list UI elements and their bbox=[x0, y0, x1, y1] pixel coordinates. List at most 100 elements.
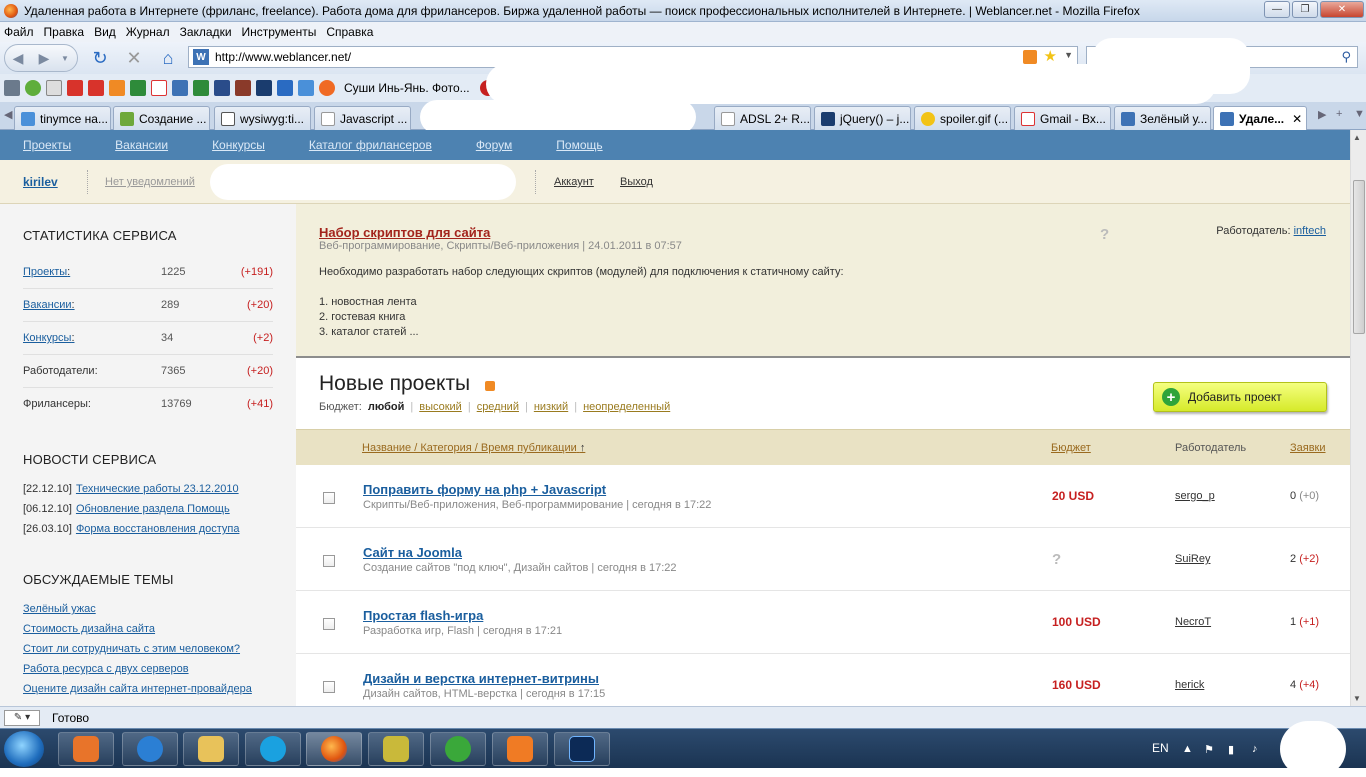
stat-label[interactable]: Конкурсы: bbox=[23, 332, 75, 344]
minimize-button[interactable]: — bbox=[1264, 1, 1290, 18]
filter-high[interactable]: высокий bbox=[419, 401, 462, 413]
taskbar-media-player[interactable] bbox=[58, 732, 114, 766]
bookmark-icon-11[interactable] bbox=[214, 80, 230, 96]
sushi-bookmark-icon[interactable] bbox=[319, 80, 335, 96]
home-icon[interactable]: ⌂ bbox=[156, 46, 180, 70]
maximize-button[interactable]: ❐ bbox=[1292, 1, 1318, 18]
history-dropdown-icon[interactable]: ▼ bbox=[57, 45, 73, 71]
bookmark-icon-15[interactable] bbox=[298, 80, 314, 96]
volume-icon[interactable]: ♪ bbox=[1252, 743, 1258, 755]
tab-8[interactable]: Gmail - Вх... bbox=[1014, 106, 1111, 130]
taskbar-explorer[interactable] bbox=[183, 732, 239, 766]
filter-low[interactable]: низкий bbox=[534, 401, 568, 413]
tab-4[interactable]: Javascript ... bbox=[314, 106, 411, 130]
bookmark-icon-12[interactable] bbox=[235, 80, 251, 96]
bookmark-icon-7[interactable] bbox=[130, 80, 146, 96]
filter-any[interactable]: любой bbox=[368, 401, 405, 413]
bookmark-icon-2[interactable] bbox=[25, 80, 41, 96]
scroll-up-icon[interactable]: ▲ bbox=[1353, 133, 1361, 142]
project-employer-link[interactable]: herick bbox=[1175, 679, 1204, 691]
gmail-icon[interactable] bbox=[151, 80, 167, 96]
topic-link[interactable]: Оцените дизайн сайта интернет-провайдера bbox=[23, 683, 252, 695]
menu-tools[interactable]: Инструменты bbox=[242, 25, 317, 39]
tab-3[interactable]: wysiwyg:ti... bbox=[214, 106, 311, 130]
project-title-link[interactable]: Простая flash-игра bbox=[363, 608, 483, 623]
filter-medium[interactable]: средний bbox=[477, 401, 519, 413]
account-link[interactable]: Аккаунт bbox=[554, 176, 594, 188]
username-link[interactable]: kirilev bbox=[23, 175, 58, 189]
stat-label[interactable]: Проекты: bbox=[23, 266, 70, 278]
menu-history[interactable]: Журнал bbox=[126, 25, 170, 39]
topic-link[interactable]: Стоимость дизайна сайта bbox=[23, 623, 155, 635]
nav-projects[interactable]: Проекты bbox=[23, 138, 71, 152]
status-tool-icon[interactable]: ✎ ▾ bbox=[4, 709, 40, 726]
bookmark-icon-5[interactable] bbox=[88, 80, 104, 96]
project-checkbox[interactable] bbox=[323, 492, 335, 504]
tab-7[interactable]: spoiler.gif (... bbox=[914, 106, 1011, 130]
tab-scroll-left-icon[interactable]: ◀ bbox=[4, 108, 12, 121]
url-dropdown-icon[interactable]: ▼ bbox=[1064, 50, 1073, 60]
news-link[interactable]: Форма восстановления доступа bbox=[76, 523, 240, 535]
tab-scroll-right-icon[interactable]: ▶ bbox=[1318, 108, 1326, 121]
tab-1[interactable]: tinymce на... bbox=[14, 106, 111, 130]
menu-view[interactable]: Вид bbox=[94, 25, 116, 39]
help-question-icon[interactable]: ? bbox=[1100, 226, 1109, 243]
topic-link[interactable]: Работа ресурса с двух серверов bbox=[23, 663, 189, 675]
bookmark-icon-6[interactable] bbox=[109, 80, 125, 96]
project-title-link[interactable]: Сайт на Joomla bbox=[363, 545, 462, 560]
taskbar-app-7[interactable] bbox=[430, 732, 486, 766]
taskbar-firefox[interactable] bbox=[306, 732, 362, 766]
tab-2[interactable]: Создание ... bbox=[113, 106, 210, 130]
rss-feed-icon[interactable] bbox=[1023, 50, 1037, 64]
project-employer-link[interactable]: sergo_p bbox=[1175, 490, 1215, 502]
bookmark-icon-3[interactable] bbox=[46, 80, 62, 96]
tab-5[interactable]: ADSL 2+ R... bbox=[714, 106, 811, 130]
menu-help[interactable]: Справка bbox=[326, 25, 373, 39]
bookmark-star-icon[interactable]: ★ bbox=[1044, 47, 1057, 65]
project-employer-link[interactable]: NecroT bbox=[1175, 616, 1211, 628]
tab-10-active[interactable]: Удале... ✕ bbox=[1213, 106, 1307, 131]
rss-icon[interactable] bbox=[485, 381, 495, 391]
add-project-button[interactable]: + Добавить проект bbox=[1153, 382, 1327, 412]
nav-help[interactable]: Помощь bbox=[556, 138, 602, 152]
news-link[interactable]: Обновление раздела Помощь bbox=[76, 503, 230, 515]
reload-icon[interactable]: ↻ bbox=[88, 46, 112, 70]
project-title-link[interactable]: Поправить форму на php + Javascript bbox=[363, 482, 606, 497]
stat-label[interactable]: Вакансии: bbox=[23, 299, 75, 311]
nav-freelancer-catalog[interactable]: Каталог фрилансеров bbox=[309, 138, 432, 152]
network-icon[interactable]: ▮ bbox=[1228, 743, 1234, 756]
news-link[interactable]: Технические работы 23.12.2010 bbox=[76, 483, 239, 495]
show-hidden-icons-icon[interactable]: ▲ bbox=[1182, 743, 1193, 755]
menu-bookmarks[interactable]: Закладки bbox=[180, 25, 232, 39]
featured-title-link[interactable]: Набор скриптов для сайта bbox=[319, 225, 490, 240]
back-arrow-icon[interactable]: ◀ bbox=[5, 45, 31, 71]
bookmark-icon-4[interactable] bbox=[67, 80, 83, 96]
topic-link[interactable]: Зелёный ужас bbox=[23, 603, 96, 615]
scrollbar-thumb[interactable] bbox=[1353, 180, 1365, 334]
tab-list-icon[interactable]: ▼ bbox=[1354, 108, 1365, 120]
bookmark-icon-9[interactable] bbox=[172, 80, 188, 96]
menu-edit[interactable]: Правка bbox=[44, 25, 85, 39]
search-icon[interactable]: ⚲ bbox=[1341, 49, 1351, 65]
taskbar-photoshop[interactable] bbox=[554, 732, 610, 766]
project-employer-link[interactable]: SuiRey bbox=[1175, 553, 1210, 565]
nav-contests[interactable]: Конкурсы bbox=[212, 138, 265, 152]
sort-by-bids[interactable]: Заявки bbox=[1290, 442, 1326, 454]
sort-by-title[interactable]: Название / Категория / Время публикации … bbox=[362, 442, 585, 454]
topic-link[interactable]: Стоит ли сотрудничать с этим человеком? bbox=[23, 643, 240, 655]
taskbar-app-6[interactable] bbox=[368, 732, 424, 766]
url-text[interactable]: http://www.weblancer.net/ bbox=[215, 50, 351, 64]
tab-9[interactable]: Зелёный у... bbox=[1114, 106, 1211, 130]
filter-undefined[interactable]: неопределенный bbox=[583, 401, 670, 413]
project-checkbox[interactable] bbox=[323, 555, 335, 567]
logout-link[interactable]: Выход bbox=[620, 176, 653, 188]
taskbar-xampp[interactable] bbox=[492, 732, 548, 766]
taskbar-ie[interactable] bbox=[122, 732, 178, 766]
featured-employer-link[interactable]: inftech bbox=[1294, 225, 1326, 237]
bookmark-icon-14[interactable] bbox=[277, 80, 293, 96]
menu-file[interactable]: Файл bbox=[4, 25, 34, 39]
new-tab-icon[interactable]: + bbox=[1336, 108, 1342, 120]
taskbar-skype[interactable] bbox=[245, 732, 301, 766]
bookmark-icon-10[interactable] bbox=[193, 80, 209, 96]
project-checkbox[interactable] bbox=[323, 618, 335, 630]
